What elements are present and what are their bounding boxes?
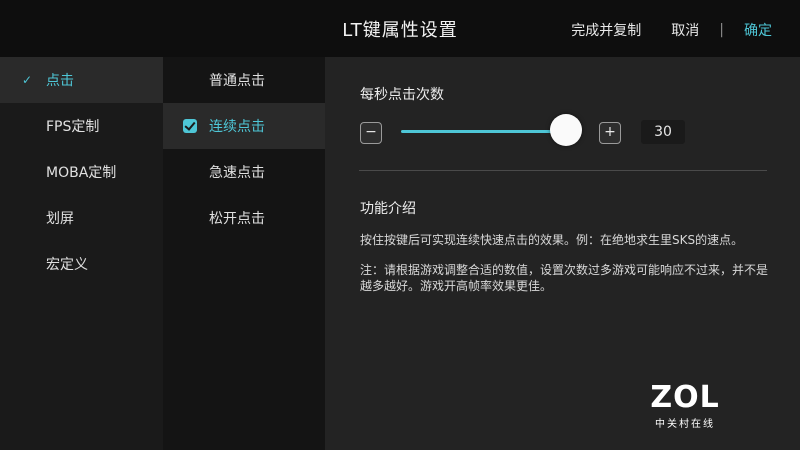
increase-button[interactable]: + (599, 122, 621, 144)
confirm-button[interactable]: 确定 (744, 20, 772, 40)
separator: | (719, 22, 724, 38)
clicks-per-second-value: 30 (641, 120, 685, 144)
sub-item-normal-click[interactable]: 普通点击 (163, 57, 325, 103)
slider-thumb[interactable] (550, 114, 582, 146)
nav-item-macro[interactable]: 宏定义 (0, 241, 163, 287)
intro-note: 注：请根据游戏调整合适的数值，设置次数过多游戏可能响应不过来，并不是越多越好。游… (360, 263, 769, 293)
sub-item-label: 连续点击 (209, 119, 265, 135)
top-bar: LT键属性设置 完成并复制 取消 | 确定 (0, 0, 800, 57)
intro-description: 按住按键后可实现连续快速点击的效果。例：在绝地求生里SKS的速点。 (360, 233, 744, 247)
sub-item-label: 松开点击 (209, 211, 265, 227)
sub-item-rapid-click[interactable]: 急速点击 (163, 149, 325, 195)
decrease-button[interactable]: − (360, 122, 382, 144)
nav-item-label: 宏定义 (46, 257, 88, 273)
clicks-per-second-label: 每秒点击次数 (360, 87, 444, 103)
nav-item-label: 划屏 (46, 211, 74, 227)
check-icon: ✓ (22, 73, 33, 87)
complete-and-copy-button[interactable]: 完成并复制 (571, 20, 641, 40)
divider (359, 170, 767, 171)
intro-title: 功能介绍 (360, 201, 416, 217)
click-mode-list: 普通点击 连续点击 急速点击 松开点击 (163, 57, 325, 450)
nav-item-swipe[interactable]: 划屏 (0, 195, 163, 241)
category-sidebar: ✓ 点击 FPS定制 MOBA定制 划屏 宏定义 (0, 57, 163, 450)
nav-item-click[interactable]: ✓ 点击 (0, 57, 163, 103)
cancel-button[interactable]: 取消 (671, 20, 699, 40)
zol-logo-subtext: 中关村在线 (655, 419, 715, 430)
sub-item-label: 急速点击 (209, 165, 265, 181)
nav-item-label: FPS定制 (46, 119, 100, 135)
sub-item-continuous-click[interactable]: 连续点击 (163, 103, 325, 149)
sub-item-release-click[interactable]: 松开点击 (163, 195, 325, 241)
sub-item-label: 普通点击 (209, 73, 265, 89)
zol-logo-text: ZOL (650, 380, 720, 415)
nav-item-label: 点击 (46, 73, 74, 89)
nav-item-fps[interactable]: FPS定制 (0, 103, 163, 149)
top-actions: 完成并复制 取消 | 确定 (571, 20, 772, 40)
nav-item-label: MOBA定制 (46, 165, 117, 181)
checkbox-checked-icon (183, 119, 197, 133)
zol-watermark: ZOL 中关村在线 (640, 380, 730, 431)
nav-item-moba[interactable]: MOBA定制 (0, 149, 163, 195)
